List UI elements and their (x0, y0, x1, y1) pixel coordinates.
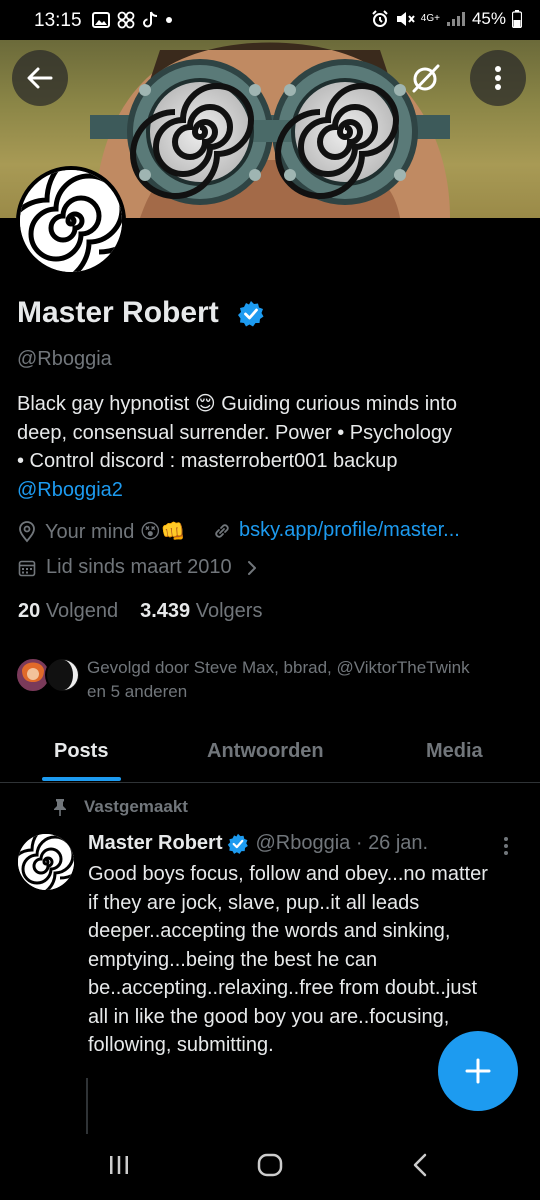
following-label: Volgend (45, 600, 119, 622)
bio-mention-link[interactable]: @Rboggia2 (17, 476, 517, 505)
verified-badge-icon (238, 301, 264, 327)
tweet-header: Master Robert @Rboggia · 26 jan. (88, 832, 428, 855)
signal-icon (446, 12, 465, 26)
joined-text: Lid sinds maart 2010 (46, 556, 232, 578)
followed-by-line: Gevolgd door Steve Max, bbrad, @ViktorTh… (87, 658, 470, 677)
system-nav-bar (0, 1134, 540, 1200)
followers-link[interactable]: 3.439 Volgers (140, 600, 262, 623)
alarm-icon (372, 10, 388, 27)
profile-bio: Black gay hypnotist 😌 Guiding curious mi… (17, 390, 517, 504)
tweet-line: if they are jock, slave, pup..it all lea… (88, 891, 420, 914)
battery-icon (512, 10, 522, 28)
arrow-left-icon (27, 67, 53, 89)
back-button[interactable] (12, 50, 68, 106)
followed-by-avatars[interactable] (14, 656, 84, 694)
tab-media[interactable]: Media (426, 740, 483, 763)
pinned-label: Vastgemaakt (84, 797, 188, 816)
more-vertical-icon (495, 66, 501, 90)
link-icon (215, 523, 229, 538)
back-nav-icon[interactable] (412, 1153, 428, 1177)
network-label: 4G+ (420, 13, 440, 24)
tiktok-icon (143, 11, 158, 28)
pin-icon (54, 799, 66, 816)
followed-by-text[interactable]: Gevolgd door Steve Max, bbrad, @ViktorTh… (87, 656, 527, 704)
following-count: 20 (18, 600, 41, 622)
more-options-button[interactable] (470, 50, 526, 106)
bio-line: deep, consensual surrender. Power • Psyc… (17, 421, 453, 444)
mute-icon (396, 12, 415, 26)
profile-joined[interactable]: Lid sinds maart 2010 (18, 556, 258, 579)
pinwheel-icon (117, 11, 135, 29)
system-icons: 4G+ 45% (371, 9, 522, 29)
followed-by-line: en 5 anderen (87, 682, 188, 701)
verified-badge-icon (228, 833, 249, 854)
tweet-handle-date: @Rboggia · 26 jan. (255, 832, 429, 854)
tweet-line: all in like the good boy you are..focusi… (88, 1005, 450, 1028)
compose-button[interactable] (438, 1031, 518, 1111)
tweet-line: emptying...being the best he can (88, 948, 378, 971)
tweet-line: Good boys focus, follow and obey...no ma… (88, 863, 488, 885)
following-link[interactable]: 20 Volgend (18, 600, 118, 623)
tab-replies[interactable]: Antwoorden (207, 740, 324, 763)
followers-label: Volgers (195, 600, 263, 622)
home-icon[interactable] (257, 1153, 283, 1177)
followers-count: 3.439 (140, 600, 191, 622)
battery-percent: 45% (471, 9, 506, 28)
profile-tabs: Posts Antwoorden Media (0, 726, 540, 783)
grok-icon (412, 64, 440, 93)
spiral-avatar-image (18, 834, 74, 890)
display-name: Master Robert (17, 296, 219, 329)
status-bar: 13:15 4G+ 45% (0, 0, 540, 40)
profile-avatar[interactable] (16, 166, 126, 276)
recent-apps-icon[interactable] (108, 1154, 130, 1176)
tab-posts[interactable]: Posts (54, 740, 108, 763)
notification-icons (92, 11, 173, 29)
tweet-text: Good boys focus, follow and obey...no ma… (88, 860, 528, 1060)
tweet-author-name[interactable]: Master Robert (88, 832, 222, 855)
follower-avatars (15, 657, 81, 693)
location-pin-icon (19, 520, 35, 542)
follow-stats: 20 Volgend 3.439 Volgers (18, 600, 262, 623)
profile-location: Your mind 😵👊 (18, 519, 186, 544)
chevron-right-icon (247, 560, 256, 575)
grok-button[interactable] (398, 50, 454, 106)
tweet-line: be..accepting..relaxing..free from doubt… (88, 977, 478, 999)
gallery-icon (92, 12, 110, 28)
tweet-author-avatar[interactable] (18, 834, 74, 890)
pinned-indicator: Vastgemaakt (52, 797, 188, 817)
status-time: 13:15 (34, 10, 82, 31)
spiral-avatar-image (20, 170, 122, 272)
dot-icon (166, 17, 172, 23)
tweet-media-border (86, 1078, 88, 1134)
tweet-more-icon[interactable] (502, 836, 510, 856)
bio-line: • Control discord : masterrobert001 back… (17, 450, 398, 472)
location-text: Your mind 😵👊 (45, 521, 186, 543)
profile-website[interactable]: bsky.app/profile/master... (212, 519, 460, 542)
plus-icon (465, 1058, 491, 1084)
website-link[interactable]: bsky.app/profile/master... (239, 519, 460, 542)
active-tab-indicator (42, 777, 121, 781)
bio-line: Black gay hypnotist 😌 Guiding curious mi… (17, 393, 457, 415)
tweet-line: deeper..accepting the words and sinking, (88, 920, 451, 942)
profile-handle: @Rboggia (17, 348, 112, 370)
calendar-icon (18, 560, 36, 576)
